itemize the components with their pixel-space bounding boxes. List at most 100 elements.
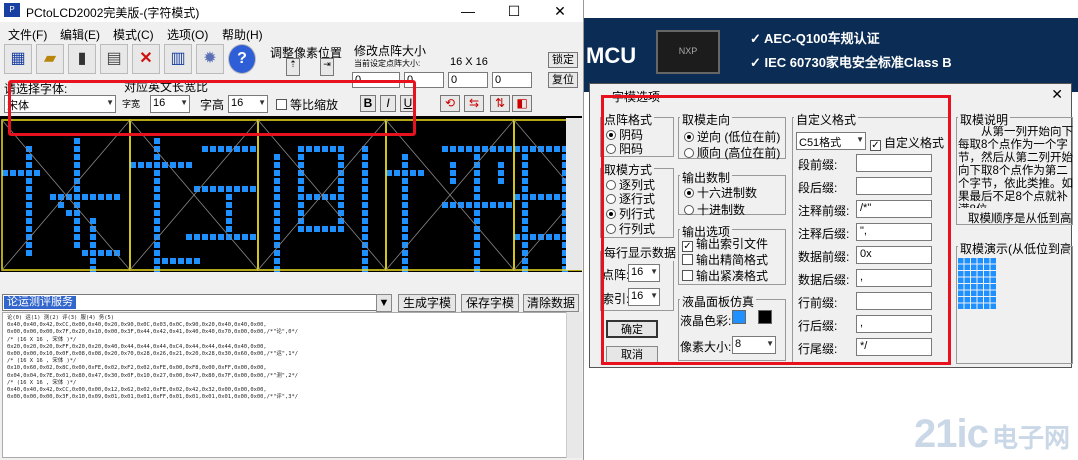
menu-options[interactable]: 选项(O): [167, 26, 208, 43]
lcd-pixel: [554, 234, 560, 240]
gear-icon[interactable]: ✹: [196, 44, 224, 74]
demo-pixel: [977, 277, 983, 283]
lcd-pixel: [154, 138, 160, 144]
lcd-pixel: [26, 202, 32, 208]
lcd-pixel: [138, 162, 144, 168]
help-icon[interactable]: ?: [228, 44, 256, 74]
lcd-pixel: [362, 250, 368, 256]
demo-pixel: [964, 264, 970, 270]
flip-vertical-icon[interactable]: ⇅: [490, 95, 510, 112]
new-icon[interactable]: ▦: [4, 44, 32, 74]
output-scrollbar[interactable]: [566, 312, 582, 458]
lcd-pixel: [242, 146, 248, 152]
options-icon[interactable]: ▤: [100, 44, 128, 74]
menu-file[interactable]: 文件(F): [8, 26, 47, 43]
lcd-pixel: [402, 162, 408, 168]
lcd-pixel: [218, 234, 224, 240]
output-line: 0x00,0x00,0x00,0x7F,0x20,0x10,0x00,0x3F,…: [7, 329, 298, 336]
demo-pixel: [977, 271, 983, 277]
lcd-pixel: [530, 234, 536, 240]
demo-pixel: [984, 258, 990, 264]
banner-bullet-2: ✓ IEC 60730家电安全标准Class B: [750, 55, 952, 70]
lcd-pixel: [154, 162, 160, 168]
lcd-pixel: [106, 250, 112, 256]
lcd-pixel: [538, 194, 544, 200]
lcd-pixel: [546, 146, 552, 152]
explain-order: 取模顺序是从低到高: [968, 213, 1072, 225]
lcd-pixel: [522, 170, 528, 176]
lcd-pixel: [450, 146, 456, 152]
current-size-label: 当前设定点阵大小:: [354, 59, 421, 68]
demo-title: 取模演示(从低位到高位): [958, 240, 1070, 257]
lcd-pixel: [210, 146, 216, 152]
text-input[interactable]: 论运测评服务: [2, 294, 392, 311]
close-button[interactable]: ✕: [537, 0, 583, 22]
spin-field-4[interactable]: 0: [492, 72, 532, 88]
demo-pixel: [977, 264, 983, 270]
menu-bar: 文件(F) 编辑(E) 模式(C) 选项(O) 帮助(H): [0, 24, 583, 43]
lcd-pixel: [362, 258, 368, 264]
move-right-button[interactable]: ⇥: [320, 58, 334, 76]
move-up-button[interactable]: ⇡: [286, 58, 300, 76]
lcd-pixel: [522, 210, 528, 216]
spin-field-3[interactable]: 0: [448, 72, 488, 88]
menu-mode[interactable]: 模式(C): [113, 26, 154, 43]
rotate-icon[interactable]: ⟲: [440, 95, 460, 112]
lcd-hscroll[interactable]: [0, 272, 582, 292]
text-dropdown-arrow[interactable]: ▼: [376, 294, 392, 312]
minimize-button[interactable]: —: [445, 0, 491, 22]
lock-button[interactable]: 锁定: [548, 52, 578, 68]
lcd-pixel: [554, 194, 560, 200]
open-folder-icon[interactable]: ▰: [36, 44, 64, 74]
lcd-pixel: [474, 258, 480, 264]
lcd-pixel: [362, 194, 368, 200]
lcd-pixel: [106, 194, 112, 200]
menu-edit[interactable]: 编辑(E): [60, 26, 100, 43]
demo-pixel-grid: [958, 258, 996, 309]
lcd-pixel: [90, 234, 96, 240]
lcd-pixel: [362, 154, 368, 160]
watermark-logo: 21ic: [914, 412, 989, 456]
lcd-pixel: [226, 194, 232, 200]
lcd-pixel: [338, 146, 344, 152]
lcd-pixel: [322, 146, 328, 152]
calculator-icon[interactable]: ▥: [164, 44, 192, 74]
demo-pixel: [984, 297, 990, 303]
demo-pixel: [971, 277, 977, 283]
lcd-scrollbar[interactable]: [566, 118, 582, 270]
lcd-pixel: [98, 194, 104, 200]
product-banner: MCU NXP ✓ AEC-Q100车规认证 ✓ IEC 60730家电安全标准…: [584, 18, 1078, 92]
lcd-pixel: [474, 194, 480, 200]
lcd-pixel: [498, 162, 504, 168]
invert-icon[interactable]: ◧: [512, 95, 532, 112]
delete-icon[interactable]: ✕: [132, 44, 160, 74]
lcd-pixel: [90, 250, 96, 256]
lcd-pixel: [234, 234, 240, 240]
lcd-pixel: [402, 258, 408, 264]
save-icon[interactable]: ▮: [68, 44, 96, 74]
clear-button[interactable]: 清除数据: [523, 294, 579, 312]
output-text-area[interactable]: 论(0) 运(1) 测(2) 评(3) 服(4) 务(5) 0x40,0x40,…: [2, 312, 572, 458]
lcd-pixel: [186, 162, 192, 168]
lcd-pixel: [2, 170, 8, 176]
demo-pixel: [958, 271, 964, 277]
lcd-pixel: [154, 154, 160, 160]
lcd-pixel: [514, 146, 520, 152]
demo-pixel: [971, 297, 977, 303]
lcd-pixel: [58, 194, 64, 200]
lcd-pixel: [314, 146, 320, 152]
lcd-pixel: [130, 162, 136, 168]
dialog-close-button[interactable]: ✕: [1051, 86, 1063, 103]
reset-button[interactable]: 复位: [548, 72, 578, 88]
menu-help[interactable]: 帮助(H): [222, 26, 263, 43]
generate-button[interactable]: 生成字模: [398, 294, 456, 312]
flip-horizontal-icon[interactable]: ⇆: [464, 95, 484, 112]
demo-pixel: [958, 264, 964, 270]
lcd-pixel: [226, 202, 232, 208]
lcd-pixel: [170, 258, 176, 264]
save-font-button[interactable]: 保存字模: [461, 294, 519, 312]
demo-pixel: [958, 303, 964, 309]
lcd-pixel: [298, 178, 304, 184]
pctolcd-window: P PCtoLCD2002完美版-(字符模式) — ☐ ✕ 文件(F) 编辑(E…: [0, 0, 584, 460]
maximize-button[interactable]: ☐: [491, 0, 537, 22]
